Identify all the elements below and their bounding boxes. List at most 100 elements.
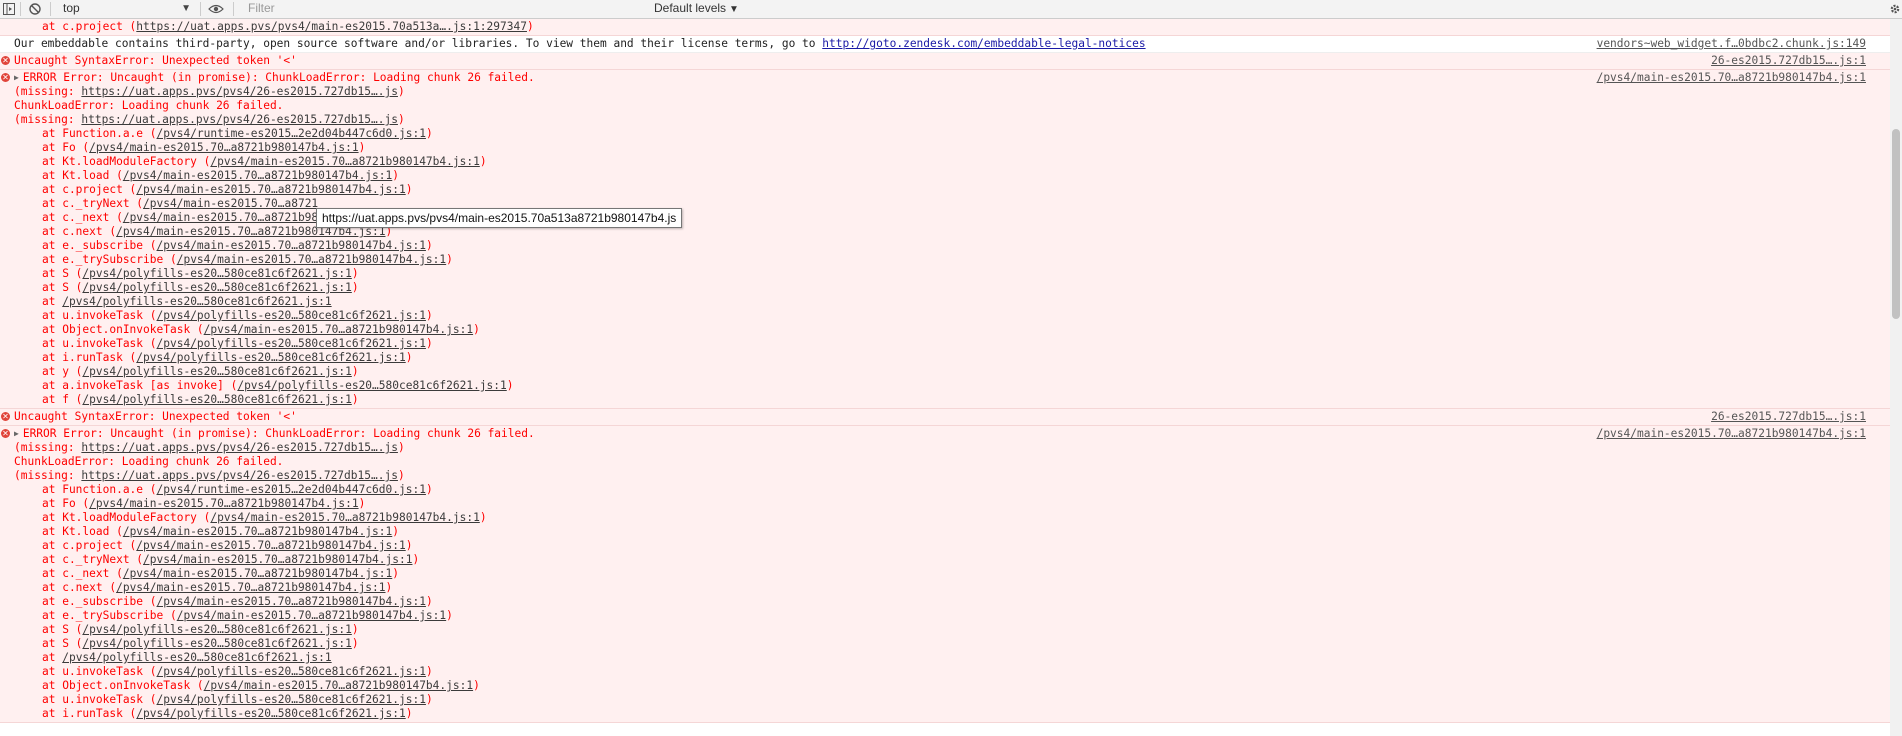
stack-frame-fn: at i.runTask ( [42, 351, 137, 364]
stack-frame-link[interactable]: /pvs4/polyfills-es20…580ce81c6f2621.js:1 [82, 281, 351, 294]
stack-frame-link[interactable]: /pvs4/main-es2015.70…a8721b980147b4.js:1 [123, 169, 392, 182]
stack-frame-end: ) [385, 581, 393, 594]
stack-frame-link[interactable]: /pvs4/polyfills-es20…580ce81c6f2621.js:1 [136, 707, 405, 720]
stack-frame-link[interactable]: /pvs4/polyfills-es20…580ce81c6f2621.js:1 [82, 623, 351, 636]
stack-frame: at e._trySubscribe (/pvs4/main-es2015.70… [14, 609, 1890, 623]
stack-frame-link[interactable]: /pvs4/main-es2015.70…a8721b980147b4.js:1 [210, 155, 479, 168]
stack-frame-fn: at u.invokeTask ( [42, 693, 157, 706]
eye-icon[interactable] [207, 0, 225, 18]
stack-frame-link[interactable]: /pvs4/main-es2015.70…a8721 [143, 197, 318, 210]
stack-frame: at S (/pvs4/polyfills-es20…580ce81c6f262… [14, 267, 1890, 281]
toolbar-divider [200, 2, 201, 16]
stack-frame: at c.next (/pvs4/main-es2015.70…a8721b98… [14, 581, 1890, 595]
stack-frame-link[interactable]: /pvs4/main-es2015.70…a8721b980147b4.js:1 [136, 183, 405, 196]
stack-frame-link[interactable]: /pvs4/runtime-es2015…2e2d04b447c6d0.js:1 [157, 127, 426, 140]
stack-frame-link[interactable]: /pvs4/polyfills-es20…580ce81c6f2621.js:1 [157, 693, 426, 706]
missing-line: (missing: https://uat.apps.pvs/pvs4/26-e… [14, 469, 1890, 483]
log-levels-label: Default levels [654, 1, 727, 15]
stack-frame-link[interactable]: /pvs4/main-es2015.70…a8721b980147b4.js:1 [116, 581, 385, 594]
error-text: Uncaught SyntaxError: Unexpected token '… [14, 54, 297, 67]
legal-notices-link[interactable]: http://goto.zendesk.com/embeddable-legal… [822, 37, 1145, 50]
stack-frame: at c.project (/pvs4/main-es2015.70…a8721… [14, 539, 1890, 553]
missing-prefix: (missing: [14, 469, 82, 482]
stack-frame-link[interactable]: /pvs4/main-es2015.70…a8721b980147b4.js:1 [210, 511, 479, 524]
stack-frame: at i.runTask (/pvs4/polyfills-es20…580ce… [14, 351, 1890, 365]
stack-frame: at u.invokeTask (/pvs4/polyfills-es20…58… [14, 665, 1890, 679]
console-toolbar: top ▼ Filter Default levels ▼ [0, 0, 1902, 19]
missing-chunk-link[interactable]: https://uat.apps.pvs/pvs4/26-es2015.727d… [81, 441, 398, 454]
stack-frame-end: ) [425, 127, 433, 140]
stack-frame-fn: at Fo ( [42, 141, 90, 154]
error-header-text: ERROR Error: Uncaught (in promise): Chun… [22, 427, 535, 440]
stack-frame-link[interactable]: /pvs4/polyfills-es20…580ce81c6f2621.js:1 [82, 637, 351, 650]
message-source-link[interactable]: 26-es2015.727db15….js:1 [1711, 410, 1866, 424]
stack-frame-link[interactable]: /pvs4/runtime-es2015…2e2d04b447c6d0.js:1 [157, 483, 426, 496]
stack-frame-link[interactable]: /pvs4/main-es2015.70…a8721b980147b4.js:1 [157, 595, 426, 608]
error-icon: ✕ [1, 56, 10, 65]
stack-frame-link[interactable]: /pvs4/polyfills-es20…580ce81c6f2621.js:1 [157, 337, 426, 350]
stack-frame-link[interactable]: /pvs4/main-es2015.70…a8721b980147b4.js:1 [177, 253, 446, 266]
gear-icon[interactable] [1888, 0, 1902, 18]
stack-frame-link[interactable]: /pvs4/polyfills-es20…580ce81c6f2621.js:1 [157, 309, 426, 322]
chunk-load-error-line: ChunkLoadError: Loading chunk 26 failed. [14, 455, 284, 468]
stack-frame-link[interactable]: /pvs4/main-es2015.70…a8721b980147b4.js:1 [204, 679, 473, 692]
stack-frame: at Kt.loadModuleFactory (/pvs4/main-es20… [14, 511, 1890, 525]
stack-frame: at c._next (/pvs4/main-es2015.70…a8721b9… [14, 567, 1890, 581]
scrollbar-thumb[interactable] [1892, 129, 1900, 319]
console-message-syntax-error: ✕ Uncaught SyntaxError: Unexpected token… [0, 409, 1890, 426]
expand-triangle-icon[interactable]: ▶ [14, 71, 19, 85]
stack-frame-link[interactable]: /pvs4/polyfills-es20…580ce81c6f2621.js:1 [82, 393, 351, 406]
stack-frame-link[interactable]: /pvs4/polyfills-es20…580ce81c6f2621.js:1 [157, 665, 426, 678]
stack-frame-link[interactable]: /pvs4/main-es2015.70…a8721b980147b4.js:1 [89, 497, 358, 510]
stack-frame: at c.next (/pvs4/main-es2015.70…a8721b98… [14, 225, 1890, 239]
console-message-stack-fragment: at c.project (https://uat.apps.pvs/pvs4/… [0, 19, 1890, 36]
stack-frame: at Object.onInvokeTask (/pvs4/main-es201… [14, 679, 1890, 693]
stack-frame-link[interactable]: /pvs4/polyfills-es20…580ce81c6f2621.js:1 [82, 365, 351, 378]
missing-chunk-link[interactable]: https://uat.apps.pvs/pvs4/26-es2015.727d… [81, 85, 398, 98]
filter-input[interactable]: Filter [244, 0, 644, 18]
stack-frame-link[interactable]: /pvs4/polyfills-es20…580ce81c6f2621.js:1 [136, 351, 405, 364]
stack-frame-link[interactable]: /pvs4/main-es2015.70…a8721b980147b4.js:1 [123, 567, 392, 580]
stack-frame-link[interactable]: /pvs4/polyfills-es20…580ce81c6f2621.js:1 [237, 379, 506, 392]
message-source-link[interactable]: /pvs4/main-es2015.70…a8721b980147b4.js:1 [1597, 71, 1866, 85]
stack-frame: at c._tryNext (/pvs4/main-es2015.70…a872… [14, 197, 1890, 211]
stack-frame-end: ) [425, 483, 433, 496]
stack-frame-fn: at c.project ( [42, 20, 137, 33]
sidebar-icon[interactable] [2, 0, 16, 18]
stack-frame-link[interactable]: /pvs4/main-es2015.70…a8721b980147b4.js:1 [123, 525, 392, 538]
stack-frame-link[interactable]: /pvs4/main-es2015.70…a8721b980147b4.js:1 [143, 553, 412, 566]
message-source-link[interactable]: vendors~web_widget.f…0bdbc2.chunk.js:149 [1597, 37, 1866, 51]
stack-frame: at a.invokeTask [as invoke] (/pvs4/polyf… [14, 379, 1890, 393]
stack-frame-link[interactable]: /pvs4/main-es2015.70…a8721b980147b4.js:1 [204, 323, 473, 336]
expand-triangle-icon[interactable]: ▶ [14, 427, 19, 441]
stack-frame-fn: at S ( [42, 281, 83, 294]
stack-frame-fn: at Function.a.e ( [42, 483, 157, 496]
stack-frame-link[interactable]: /pvs4/main-es2015.70…a8721b980147b4.js:1 [177, 609, 446, 622]
stack-frame-link[interactable]: /pvs4/polyfills-es20…580ce81c6f2621.js:1 [62, 295, 331, 308]
missing-prefix: (missing: [14, 441, 82, 454]
log-levels-dropdown[interactable]: Default levels ▼ [652, 0, 739, 18]
vertical-scrollbar[interactable] [1890, 19, 1902, 736]
stack-frame-link[interactable]: /pvs4/main-es2015.70…a8721b980147b4.js:1 [89, 141, 358, 154]
stack-frame-link[interactable]: /pvs4/main-es2015.70…a8721b980147b4.js:1 [136, 539, 405, 552]
missing-chunk-link[interactable]: https://uat.apps.pvs/pvs4/26-es2015.727d… [81, 469, 398, 482]
message-source-link[interactable]: 26-es2015.727db15….js:1 [1711, 54, 1866, 68]
stack-frame-fn: at c._next ( [42, 211, 123, 224]
context-selector[interactable]: top ▼ [55, 0, 195, 18]
stack-frame-link[interactable]: /pvs4/polyfills-es20…580ce81c6f2621.js:1 [62, 651, 331, 664]
stack-frame: at Kt.load (/pvs4/main-es2015.70…a8721b9… [14, 525, 1890, 539]
message-source-link[interactable]: /pvs4/main-es2015.70…a8721b980147b4.js:1 [1597, 427, 1866, 441]
stack-frame-fn: at e._trySubscribe ( [42, 253, 177, 266]
stack-frame-link[interactable]: /pvs4/main-es2015.70…a8721b980147b4.js:1 [157, 239, 426, 252]
stack-frame-fn: at c.project ( [42, 539, 137, 552]
stack-frame-end: ) [351, 393, 359, 406]
console-message-syntax-error: ✕ Uncaught SyntaxError: Unexpected token… [0, 53, 1890, 70]
stack-frame-end: ) [446, 253, 453, 266]
stack-frame-link[interactable]: /pvs4/polyfills-es20…580ce81c6f2621.js:1 [82, 267, 351, 280]
stack-frame: at Function.a.e (/pvs4/runtime-es2015…2e… [14, 483, 1890, 497]
missing-chunk-link[interactable]: https://uat.apps.pvs/pvs4/26-es2015.727d… [81, 113, 398, 126]
stack-frame-link[interactable]: /pvs4/main-es2015.70…a8721b98 [123, 211, 318, 224]
clear-console-icon[interactable] [27, 0, 43, 18]
stack-frame-link[interactable]: https://uat.apps.pvs/pvs4/main-es2015.70… [136, 20, 527, 33]
stack-frame-fn: at Fo ( [42, 497, 90, 510]
